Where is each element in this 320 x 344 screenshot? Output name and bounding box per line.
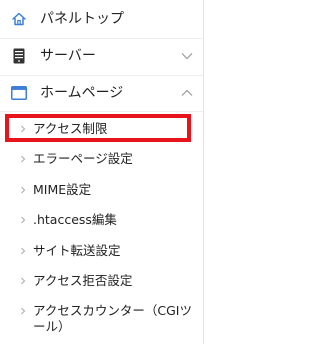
submenu-item-label: アクセス制限: [33, 121, 108, 136]
submenu-item-access-deny[interactable]: アクセス拒否設定: [0, 270, 203, 292]
submenu-item-label: アクセス拒否設定: [33, 273, 133, 288]
submenu-item-htaccess[interactable]: .htaccess編集: [0, 209, 203, 231]
chevron-right-icon: [21, 125, 26, 133]
submenu-item-label: サイト転送設定: [33, 243, 121, 258]
chevron-right-icon: [21, 186, 26, 194]
submenu-item-label: MIME設定: [33, 182, 92, 197]
sidebar: パネルトップ サーバー ホームページ アクセス制限 エラーページ設定 MIME設…: [0, 0, 204, 344]
chevron-right-icon: [21, 216, 26, 224]
chevron-right-icon: [21, 155, 26, 163]
submenu-item-access-counter[interactable]: アクセスカウンター（CGIツール）: [0, 300, 203, 338]
sidebar-item-label: ホームページ: [40, 85, 124, 101]
chevron-up-icon[interactable]: [181, 89, 193, 97]
submenu-item-access-restriction[interactable]: アクセス制限: [0, 118, 203, 140]
sidebar-item-label: サーバー: [40, 48, 96, 64]
home-icon: [11, 11, 27, 27]
chevron-right-icon: [21, 307, 26, 315]
sidebar-item-homepage[interactable]: ホームページ: [0, 76, 203, 110]
sidebar-item-panel-top[interactable]: パネルトップ: [0, 2, 203, 36]
submenu-item-label: .htaccess編集: [33, 212, 117, 227]
server-icon: [11, 48, 27, 64]
divider: [0, 111, 203, 112]
chevron-right-icon: [21, 277, 26, 285]
submenu-item-error-page[interactable]: エラーページ設定: [0, 148, 203, 170]
submenu-item-mime[interactable]: MIME設定: [0, 179, 203, 201]
submenu-item-label: エラーページ設定: [33, 151, 133, 166]
sidebar-item-label: パネルトップ: [40, 11, 124, 27]
chevron-right-icon: [21, 247, 26, 255]
sidebar-item-server[interactable]: サーバー: [0, 39, 203, 73]
chevron-down-icon[interactable]: [181, 52, 193, 60]
submenu-item-label: アクセスカウンター（CGIツール）: [33, 303, 192, 334]
submenu-item-site-redirect[interactable]: サイト転送設定: [0, 240, 203, 262]
window-icon: [11, 85, 27, 101]
